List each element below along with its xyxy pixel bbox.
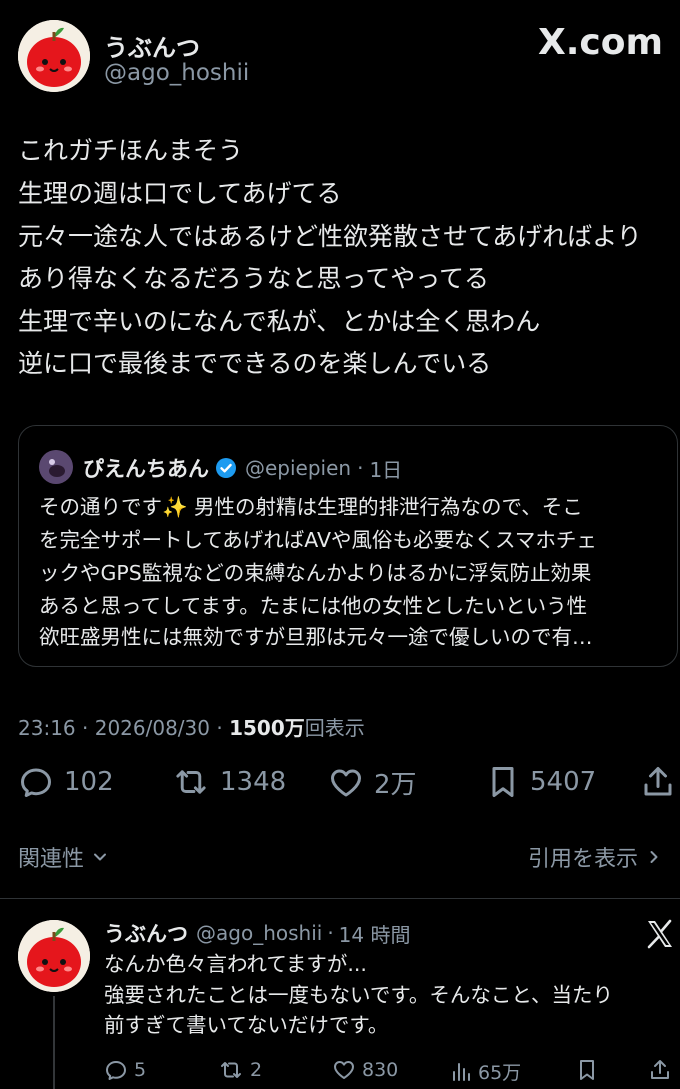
tweet-date[interactable]: 2026/08/30 bbox=[95, 716, 210, 740]
author-name[interactable]: うぶんつ bbox=[104, 28, 200, 63]
share-icon bbox=[644, 767, 672, 796]
chevron-right-icon bbox=[650, 851, 658, 863]
character-icon bbox=[39, 450, 73, 484]
reply-like-button[interactable]: 830 bbox=[332, 1058, 398, 1082]
reply-icon bbox=[106, 1061, 126, 1080]
reply-author-name[interactable]: うぶんつ bbox=[104, 918, 188, 948]
quoted-tweet[interactable]: ぴえんちあん @epiepien · 1日 その通りです✨ 男性の射精は生理的排… bbox=[18, 425, 678, 667]
chevron-down-icon bbox=[94, 853, 107, 861]
tweet-text-line: 生理で辛いのになんで私が、とかは全く思わん bbox=[18, 307, 541, 336]
separator-dot: · bbox=[327, 921, 334, 945]
quoted-author-name[interactable]: ぴえんちあん bbox=[83, 453, 209, 483]
reply-reply-count: 5 bbox=[134, 1059, 147, 1081]
reply-icon bbox=[21, 768, 51, 797]
heart-icon bbox=[334, 1061, 354, 1079]
bookmark-count: 5407 bbox=[530, 767, 597, 797]
like-button[interactable]: 2万 bbox=[328, 764, 417, 801]
quoted-text-line: ックやGPS監視などの束縛なんかよりはるかに浮気防止効果 bbox=[39, 561, 592, 585]
tweet-text-line: あり得なくなるだろうなと思ってやってる bbox=[18, 264, 490, 293]
related-sort-button[interactable]: 関連性 bbox=[18, 841, 110, 873]
related-label: 関連性 bbox=[18, 847, 85, 872]
x-logo: X.com bbox=[538, 22, 664, 63]
quoted-author-avatar[interactable] bbox=[39, 450, 73, 484]
show-quotes-link[interactable]: 引用を表示 bbox=[528, 841, 664, 873]
bookmark-icon bbox=[580, 1060, 594, 1080]
like-count: 2万 bbox=[374, 770, 417, 800]
quoted-header: ぴえんちあん @epiepien · 1日 bbox=[83, 453, 402, 483]
reply-views-button[interactable]: 65万 bbox=[450, 1058, 521, 1085]
heart-icon bbox=[331, 769, 361, 796]
reply-like-count: 830 bbox=[362, 1059, 399, 1081]
apple-character-icon bbox=[18, 20, 90, 92]
reply-timestamp[interactable]: 14 時間 bbox=[339, 919, 411, 948]
author-handle[interactable]: @ago_hoshii bbox=[104, 60, 249, 86]
tweet-text-line: 生理の週は口でしてあげてる bbox=[18, 179, 342, 208]
tweet-text-line: 逆に口で最後までできるのを楽しんでいる bbox=[18, 349, 492, 378]
tweet-time[interactable]: 23:16 bbox=[18, 716, 76, 740]
analytics-icon bbox=[453, 1062, 470, 1081]
reply-author-avatar[interactable] bbox=[18, 920, 90, 992]
reply-retweet-count: 2 bbox=[250, 1059, 263, 1081]
reply-share-button[interactable] bbox=[648, 1058, 672, 1086]
quoted-timestamp[interactable]: 1日 bbox=[369, 454, 402, 483]
view-count: 1500 bbox=[229, 716, 285, 740]
reply-reply-button[interactable]: 5 bbox=[104, 1058, 146, 1082]
separator-dot: · bbox=[82, 716, 89, 740]
quoted-text-line: その通りです✨ 男性の射精は生理的排泄行為なので、そこ bbox=[39, 495, 583, 519]
quoted-author-handle[interactable]: @epiepien bbox=[245, 456, 351, 480]
reply-text-line: 前すぎて書いてないだけです。 bbox=[104, 1013, 389, 1037]
x-logo-icon bbox=[644, 918, 676, 954]
share-icon bbox=[651, 1060, 669, 1079]
tweet-meta: 23:16 · 2026/08/30 · 1500万回表示 bbox=[18, 712, 365, 741]
quoted-text-line: を完全サポートしてあげればAVや風俗も必要なくスマホチェ bbox=[39, 528, 597, 552]
bookmark-button[interactable]: 5407 bbox=[486, 764, 596, 800]
reply-bookmark-button[interactable] bbox=[576, 1058, 598, 1086]
show-quotes-label: 引用を表示 bbox=[528, 847, 639, 872]
tweet-text-line: これガチほんまそう bbox=[18, 136, 244, 165]
thread-line bbox=[53, 996, 55, 1089]
retweet-count: 1348 bbox=[220, 767, 287, 797]
quoted-text-line: 欲旺盛男性には無効ですが旦那は元々一途で優しいので有… bbox=[39, 625, 593, 649]
views-label: 回表示 bbox=[304, 716, 365, 740]
quoted-text-line: あると思ってしてます。たまには他の女性としたいという性 bbox=[39, 594, 588, 618]
divider bbox=[0, 898, 680, 899]
share-button[interactable] bbox=[640, 764, 676, 804]
author-avatar[interactable] bbox=[18, 20, 90, 92]
reply-text-line: なんか色々言われてますが... bbox=[104, 952, 367, 976]
retweet-button[interactable]: 1348 bbox=[172, 764, 286, 800]
retweet-icon bbox=[221, 1062, 241, 1078]
reply-author-handle[interactable]: @ago_hoshii bbox=[196, 921, 322, 945]
reply-count: 102 bbox=[64, 767, 114, 797]
apple-character-icon bbox=[18, 920, 90, 992]
separator-dot: · bbox=[216, 716, 223, 740]
reply-header: うぶんつ @ago_hoshii · 14 時間 bbox=[104, 918, 410, 948]
reply-text-line: 強要されたことは一度もないです。そんなこと、当たり bbox=[104, 983, 614, 1007]
reply-view-count: 65万 bbox=[478, 1062, 522, 1084]
verified-badge-icon bbox=[215, 457, 237, 479]
bookmark-icon bbox=[492, 767, 514, 797]
tweet-text-line: 元々一途な人ではあるけど性欲発散させてあげればより bbox=[18, 222, 642, 251]
separator-dot: · bbox=[357, 456, 364, 480]
view-count-unit: 万 bbox=[284, 716, 305, 740]
retweet-icon bbox=[176, 770, 206, 794]
reply-button[interactable]: 102 bbox=[18, 764, 114, 800]
reply-retweet-button[interactable]: 2 bbox=[218, 1058, 262, 1082]
